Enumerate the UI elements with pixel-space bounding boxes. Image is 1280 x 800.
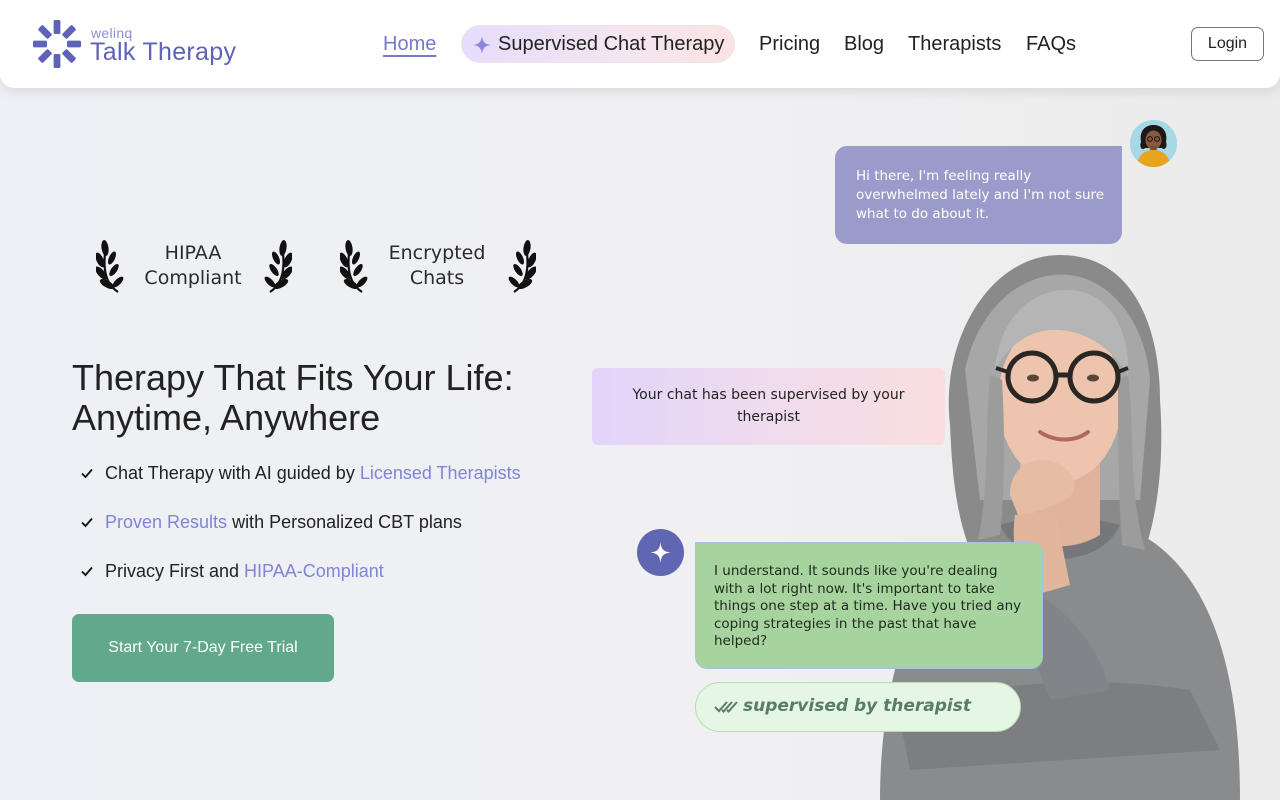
sparkle-icon [473, 36, 491, 54]
licensed-therapists-link[interactable]: Licensed Therapists [360, 463, 521, 483]
hero-title-line-2: Anytime, Anywhere [72, 397, 381, 438]
encrypted-badge: Encrypted Chats [340, 238, 538, 294]
badge-text: HIPAA Compliant [144, 242, 242, 289]
badge-text: Encrypted Chats [388, 242, 486, 289]
nav-link-home[interactable]: Home [383, 33, 436, 56]
proven-results-link[interactable]: Proven Results [105, 512, 227, 532]
login-button[interactable]: Login [1191, 27, 1264, 61]
nav-link-pricing[interactable]: Pricing [759, 33, 820, 56]
supervised-tag-label: supervised by therapist [743, 696, 971, 716]
nav-link-faqs[interactable]: FAQs [1026, 33, 1076, 56]
user-avatar-icon [1130, 120, 1177, 167]
laurel-right-icon [264, 240, 292, 293]
brand-name: Talk Therapy [90, 38, 237, 66]
feature-item: Proven Results with Personalized CBT pla… [80, 512, 462, 533]
top-navigation: welinq Talk Therapy Home Supervised Chat… [0, 0, 1280, 88]
hipaa-compliant-link[interactable]: HIPAA-Compliant [244, 561, 384, 581]
asterisk-logo-icon [33, 20, 81, 68]
checkmark-icon [81, 566, 93, 577]
double-check-icon [714, 701, 738, 713]
checkmark-icon [81, 517, 93, 528]
supervised-by-therapist-tag: supervised by therapist [695, 682, 1021, 732]
nav-link-blog[interactable]: Blog [844, 33, 884, 56]
nav-link-therapists[interactable]: Therapists [908, 33, 1001, 56]
feature-item: Privacy First and HIPAA-Compliant [80, 561, 384, 582]
laurel-right-icon [508, 240, 536, 293]
user-avatar [1130, 120, 1177, 167]
brand-logo[interactable]: welinq Talk Therapy [32, 19, 236, 69]
hipaa-badge: HIPAA Compliant [96, 238, 294, 294]
hero-title: Therapy That Fits Your Life: Anytime, An… [72, 358, 542, 438]
sparkle-icon [650, 542, 671, 563]
feature-item: Chat Therapy with AI guided by Licensed … [80, 463, 521, 484]
start-free-trial-button[interactable]: Start Your 7-Day Free Trial [72, 614, 334, 682]
nav-link-supervised-chat-therapy[interactable]: Supervised Chat Therapy [461, 25, 735, 63]
laurel-left-icon [340, 240, 368, 293]
ai-assistant-avatar [637, 529, 684, 576]
user-chat-bubble: Hi there, I'm feeling really overwhelmed… [835, 146, 1122, 244]
ai-chat-bubble: I understand. It sounds like you're deal… [695, 542, 1043, 669]
nav-link-supervised-label: Supervised Chat Therapy [498, 33, 725, 55]
laurel-left-icon [96, 240, 124, 293]
checkmark-icon [81, 468, 93, 479]
hero-title-line-1: Therapy That Fits Your Life: [72, 357, 514, 398]
supervised-notice-bubble: Your chat has been supervised by your th… [592, 368, 945, 445]
